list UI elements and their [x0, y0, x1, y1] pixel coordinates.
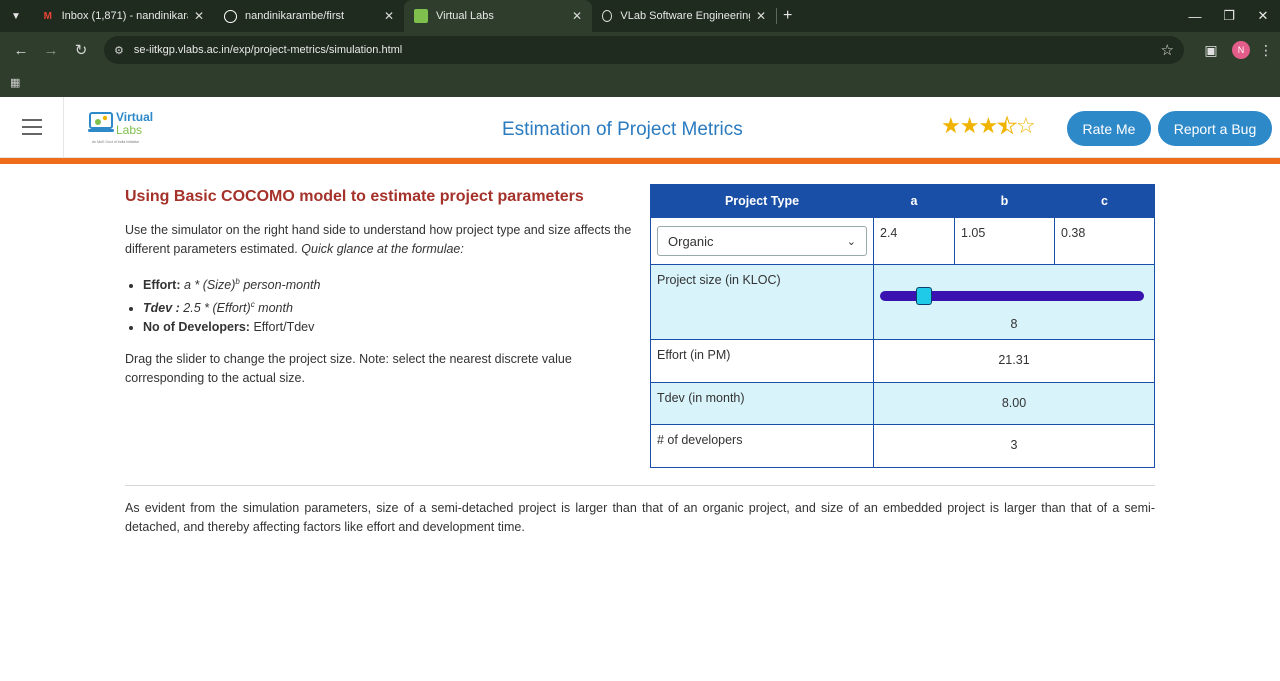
restore-icon[interactable]: ❐ [1212, 8, 1246, 24]
effort-label: Effort (in PM) [650, 339, 874, 383]
forward-icon[interactable]: → [36, 42, 66, 59]
header-accent-bar [0, 158, 1280, 164]
new-tab-icon[interactable]: + [783, 7, 792, 25]
site-header: Virtual Labs An MoE Govt of India Initia… [0, 96, 1280, 158]
logo-text-labs: Labs [116, 123, 142, 137]
tdev-label: Tdev (in month) [650, 382, 874, 425]
section-heading: Using Basic COCOMO model to estimate pro… [125, 188, 584, 205]
size-label: Project size (in KLOC) [650, 264, 874, 340]
profile-avatar[interactable]: N [1232, 41, 1250, 59]
logo-tagline: An MoE Govt of India Initiative [92, 140, 139, 144]
list-item: No of Developers: Effort/Tdev [143, 318, 635, 337]
star-full-icon[interactable]: ★ [960, 113, 980, 138]
tab-github[interactable]: nandinikarambe/first ✕ [214, 0, 404, 32]
header-c: c [1054, 184, 1155, 218]
tab-search-icon[interactable]: ▼ [0, 0, 32, 32]
table-cell: 8 [873, 264, 1155, 340]
header-a: a [873, 184, 955, 218]
report-bug-button[interactable]: Report a Bug [1158, 111, 1272, 146]
virtual-labs-logo[interactable]: Virtual Labs An MoE Govt of India Initia… [88, 107, 160, 147]
logo-text-virtual: Virtual [116, 110, 153, 124]
apps-grid-icon[interactable]: ▦ [10, 76, 20, 89]
instructions-panel: Using Basic COCOMO model to estimate pro… [125, 188, 635, 388]
formula-list: Effort: a * (Size)b person-month Tdev : … [143, 272, 635, 337]
tab-vlab-guide[interactable]: VLab Software Engineering Gui ✕ [592, 0, 776, 32]
close-window-icon[interactable]: ✕ [1246, 8, 1280, 24]
browser-toolbar: ← → ↻ ⚙ se-iitkgp.vlabs.ac.in/exp/projec… [0, 32, 1280, 68]
menu-kebab-icon[interactable]: ⋮ [1258, 42, 1274, 59]
tdev-value: 8.00 [873, 382, 1155, 425]
close-tab-icon[interactable]: ✕ [750, 9, 766, 23]
minimize-icon[interactable]: — [1178, 9, 1212, 24]
gmail-icon: M [43, 10, 52, 22]
value-b: 1.05 [954, 217, 1055, 265]
bookmarks-bar: ▦ [0, 68, 1280, 97]
close-tab-icon[interactable]: ✕ [378, 9, 394, 23]
simulator-table: Project Type a b c Organic ⌄ 2.4 1.05 0.… [650, 184, 1155, 468]
divider [125, 485, 1155, 486]
conclusion-text: As evident from the simulation parameter… [125, 501, 1155, 534]
size-value: 8 [1010, 317, 1018, 331]
page-title: Estimation of Project Metrics [502, 119, 743, 140]
header-b: b [954, 184, 1055, 218]
list-item: Effort: a * (Size)b person-month [143, 272, 635, 295]
table-cell: Organic ⌄ [650, 217, 874, 265]
star-full-icon[interactable]: ★ [941, 113, 961, 138]
star-empty-icon[interactable]: ☆ [1016, 113, 1036, 138]
intro-text: Use the simulator on the right hand side… [125, 223, 632, 256]
rate-me-button[interactable]: Rate Me [1067, 111, 1151, 146]
effort-value: 21.31 [873, 339, 1155, 383]
header-project-type: Project Type [650, 184, 874, 218]
github-icon [224, 9, 237, 23]
address-bar[interactable]: ⚙ se-iitkgp.vlabs.ac.in/exp/project-metr… [104, 36, 1184, 64]
reload-icon[interactable]: ↻ [66, 41, 96, 59]
list-item: Tdev : 2.5 * (Effort)c month [143, 295, 635, 318]
value-c: 0.38 [1054, 217, 1155, 265]
tab-separator [776, 8, 777, 24]
project-type-select[interactable]: Organic ⌄ [657, 226, 867, 256]
devs-value: 3 [873, 424, 1155, 468]
rating-stars[interactable]: ★★★★☆ [941, 113, 1036, 139]
back-icon[interactable]: ← [6, 42, 36, 59]
devs-label: # of developers [650, 424, 874, 468]
browser-tab-strip: ▼ M Inbox (1,871) - nandinikarambe ✕ nan… [0, 0, 1280, 32]
hamburger-menu-icon[interactable] [0, 96, 64, 158]
value-a: 2.4 [873, 217, 955, 265]
size-slider[interactable] [880, 287, 1144, 305]
close-tab-icon[interactable]: ✕ [188, 9, 204, 23]
tab-virtual-labs[interactable]: Virtual Labs ✕ [404, 0, 592, 32]
close-tab-icon[interactable]: ✕ [566, 9, 582, 23]
chevron-down-icon: ⌄ [846, 235, 856, 248]
window-controls: — ❐ ✕ [1178, 0, 1280, 32]
bookmark-star-icon[interactable]: ☆ [1161, 41, 1174, 59]
vlabs-icon [414, 9, 428, 23]
star-half-icon[interactable]: ★ [997, 113, 1018, 139]
drag-note: Drag the slider to change the project si… [125, 352, 572, 386]
extensions-icon[interactable]: ▣ [1198, 42, 1224, 59]
tab-gmail[interactable]: M Inbox (1,871) - nandinikarambe ✕ [32, 0, 214, 32]
globe-icon [602, 10, 613, 22]
slider-thumb[interactable] [916, 287, 933, 305]
star-full-icon[interactable]: ★ [978, 113, 998, 138]
site-settings-icon[interactable]: ⚙ [114, 44, 124, 57]
